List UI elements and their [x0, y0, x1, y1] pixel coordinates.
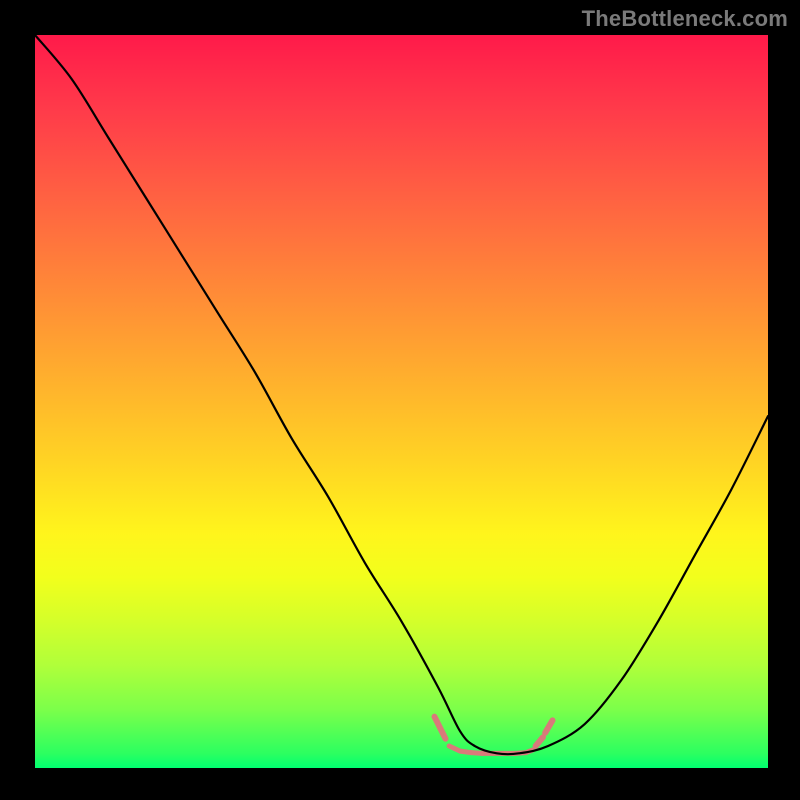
watermark-text: TheBottleneck.com — [582, 6, 788, 32]
chart-svg — [35, 35, 768, 768]
bottleneck-curve — [35, 35, 768, 754]
chart-frame: TheBottleneck.com — [0, 0, 800, 800]
flat-region-markers — [434, 717, 552, 754]
plot-area — [35, 35, 768, 768]
